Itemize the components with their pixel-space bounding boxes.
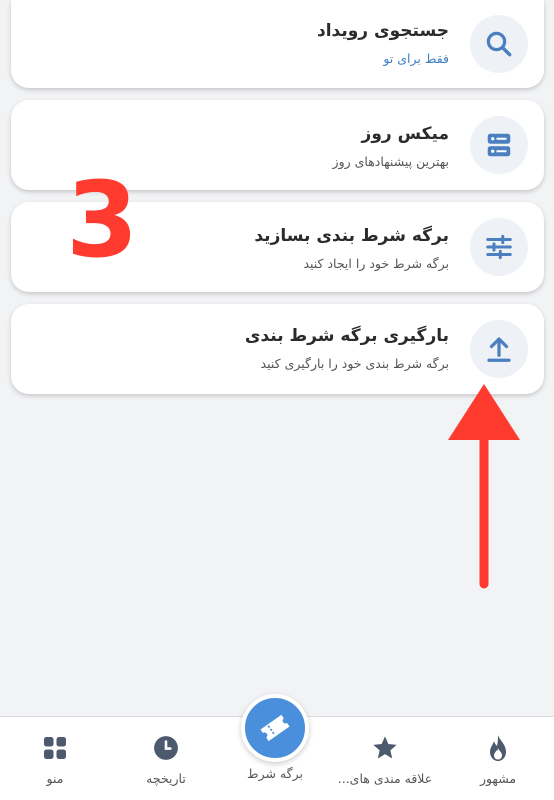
card-title: میکس روز [361,124,449,144]
nav-label-betslip: برگه شرط [247,766,303,781]
nav-label: مشهور [479,771,517,786]
server-icon [470,116,528,174]
nav-label: منو [46,771,64,786]
card-title: جستجوی رویداد [316,21,449,41]
menu-card-search-event[interactable]: جستجوی رویداد فقط برای تو [11,0,544,88]
card-subtitle: فقط برای تو [383,51,449,66]
step-number-annotation: 3 [66,159,139,281]
nav-item-popular[interactable]: مشهور [448,717,548,800]
nav-item-history[interactable]: تاریخچه [116,717,216,800]
card-title: برگه شرط بندی بسازید [254,226,449,246]
ticket-icon [260,714,290,742]
clock-icon [153,733,179,763]
upload-icon [470,320,528,378]
search-icon [470,15,528,73]
grid-icon [43,733,67,763]
fire-icon [486,733,510,763]
card-subtitle: بهترین پیشنهادهای روز [332,154,449,169]
card-title: بارگیری برگه شرط بندی [244,326,449,346]
card-subtitle: برگه شرط خود را ایجاد کنید [303,256,449,271]
betslip-button[interactable] [241,694,309,762]
nav-label: علاقه مندی های... [337,771,433,786]
sliders-icon [470,218,528,276]
nav-item-favorites[interactable]: علاقه مندی های... [335,717,435,800]
card-subtitle: برگه شرط بندی خود را بارگیری کنید [260,356,449,371]
nav-label: تاریخچه [146,771,186,786]
nav-item-menu[interactable]: منو [5,717,105,800]
star-icon [371,733,399,763]
red-arrow-annotation [448,384,520,589]
